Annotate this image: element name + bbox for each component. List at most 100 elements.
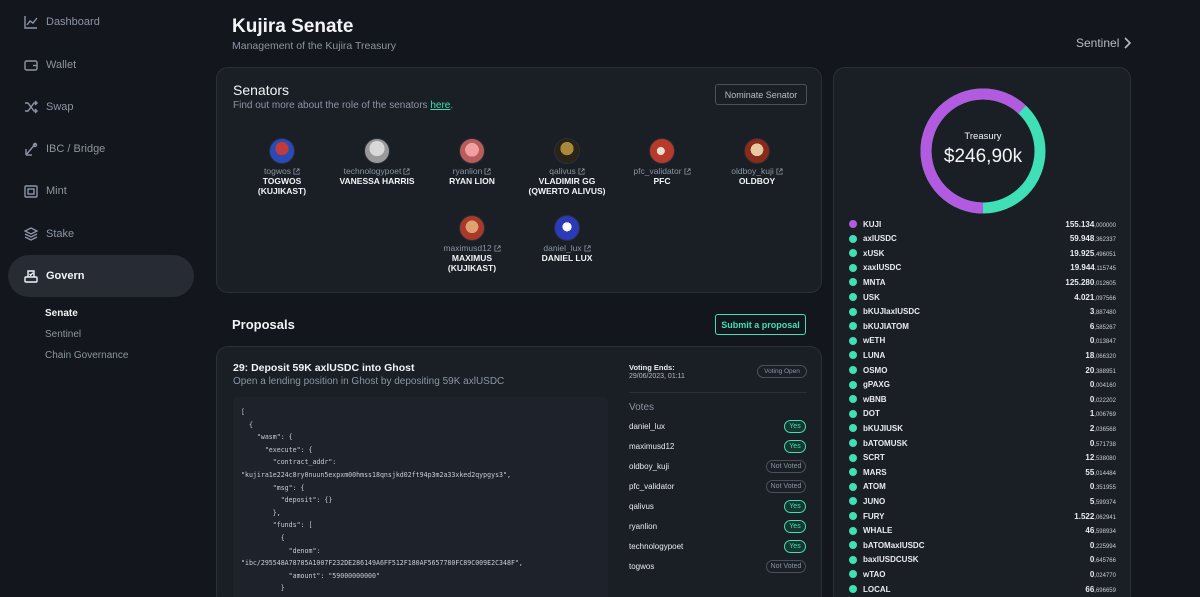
senator-name: OLDBOY xyxy=(738,176,776,186)
asset-amount-integer: 125.280 xyxy=(1065,277,1095,287)
nominate-senator-button[interactable]: Nominate Senator xyxy=(715,84,807,105)
asset-color-dot xyxy=(849,307,857,316)
asset-amount-decimal: ,062941 xyxy=(1094,514,1116,521)
asset-name: axlUSDC xyxy=(863,234,897,244)
senator-handle: ryanlion xyxy=(452,166,483,176)
voter-name: ryanlion xyxy=(629,522,658,531)
treasury-asset-row: bKUJIUSK 2,036568 xyxy=(849,422,1116,434)
asset-amount: 19.944,115745 xyxy=(1070,263,1116,272)
asset-color-dot xyxy=(849,380,857,389)
external-link-icon xyxy=(584,244,591,252)
asset-name: ATOM xyxy=(863,482,886,492)
sentinel-link-label: Sentinel xyxy=(1076,36,1120,50)
chart-line-icon xyxy=(24,15,38,29)
senator-handle-link[interactable]: technologypoet xyxy=(329,166,425,176)
asset-amount-integer: 20 xyxy=(1085,365,1095,375)
asset-color-dot xyxy=(849,409,857,418)
sidebar-subitem-sentinel[interactable]: Sentinel xyxy=(45,329,81,340)
sidebar-item-label: Swap xyxy=(46,101,74,113)
asset-amount: 125.280,012605 xyxy=(1065,278,1116,287)
asset-amount-decimal: ,585267 xyxy=(1094,324,1116,331)
sidebar-item-ibc-bridge[interactable]: IBC / Bridge xyxy=(8,128,194,170)
asset-color-dot xyxy=(849,351,857,360)
treasury-asset-row: wETH 0,013847 xyxy=(849,335,1116,347)
asset-color-dot xyxy=(849,482,857,491)
asset-amount-decimal: ,004160 xyxy=(1094,383,1116,390)
asset-name: xaxlUSDC xyxy=(863,263,902,273)
senator-handle-link[interactable]: daniel_lux xyxy=(519,243,615,253)
asset-amount-decimal: ,024770 xyxy=(1094,572,1116,579)
external-link-icon xyxy=(293,167,300,175)
sidebar-subitem-chain-governance[interactable]: Chain Governance xyxy=(45,350,128,361)
asset-amount: 0,022202 xyxy=(1090,395,1116,404)
submit-proposal-button[interactable]: Submit a proposal xyxy=(715,314,806,335)
sentinel-link[interactable]: Sentinel xyxy=(1076,36,1132,50)
senator-name-alias: (KUJIKAST) xyxy=(257,186,307,196)
treasury-asset-row: MNTA 125.280,012605 xyxy=(849,276,1116,288)
asset-amount-decimal: ,388951 xyxy=(1094,368,1116,375)
asset-amount-decimal: ,036568 xyxy=(1094,426,1116,433)
asset-name: LUNA xyxy=(863,350,886,360)
avatar xyxy=(459,215,485,241)
treasury-asset-row: gPAXG 0,004160 xyxy=(849,379,1116,391)
avatar xyxy=(744,138,770,164)
senator-name-alias: (KUJIKAST) xyxy=(447,263,497,273)
sidebar-subitem-senate[interactable]: Senate xyxy=(45,308,78,319)
external-link-icon xyxy=(684,167,691,175)
senator-card: pfc_validator PFC xyxy=(614,138,710,186)
external-link-icon xyxy=(578,167,585,175)
senator-handle-link[interactable]: oldboy_kuji xyxy=(709,166,805,176)
asset-color-dot xyxy=(849,585,857,593)
asset-name: MARS xyxy=(863,467,887,477)
senator-handle: daniel_lux xyxy=(543,243,582,253)
asset-amount-decimal: ,538080 xyxy=(1094,456,1116,463)
vote-badge: Yes xyxy=(784,420,806,433)
sidebar-item-mint[interactable]: Mint xyxy=(8,170,194,212)
asset-amount: 0,351955 xyxy=(1090,482,1116,491)
vote-badge: Not Voted xyxy=(766,560,806,573)
sidebar-item-swap[interactable]: Swap xyxy=(8,86,194,128)
treasury-panel: Treasury $246,90k KUJI 155.134,000000 axlU… xyxy=(833,67,1131,597)
senator-handle-link[interactable]: maximusd12 xyxy=(424,243,520,253)
chevron-right-icon xyxy=(1124,37,1132,49)
asset-amount-decimal: ,225994 xyxy=(1094,543,1116,550)
asset-color-dot xyxy=(849,570,857,579)
sidebar-item-wallet[interactable]: Wallet xyxy=(8,44,194,86)
proposal-card[interactable]: 29: Deposit 59K axlUSDC into Ghost Open … xyxy=(216,346,822,597)
senators-subtitle: Find out more about the role of the sena… xyxy=(233,100,453,111)
asset-amount-decimal: ,571738 xyxy=(1094,441,1116,448)
senator-name-alias: (QWERTO ALIVUS) xyxy=(528,186,606,196)
asset-name: wETH xyxy=(863,336,886,346)
avatar xyxy=(554,215,580,241)
senator-handle-link[interactable]: pfc_validator xyxy=(614,166,710,176)
asset-amount: 46,598934 xyxy=(1085,526,1116,535)
vote-badge: Not Voted xyxy=(766,460,806,473)
senator-handle-link[interactable]: qalivus xyxy=(519,166,615,176)
asset-amount-integer: 4.021 xyxy=(1074,292,1095,302)
asset-amount: 0,004160 xyxy=(1090,380,1116,389)
asset-color-dot xyxy=(849,263,857,272)
asset-amount-decimal: ,696659 xyxy=(1094,587,1116,594)
sidebar-item-govern[interactable]: Govern xyxy=(8,255,194,297)
treasury-label: Treasury xyxy=(964,131,1002,142)
treasury-asset-row: xaxlUSDC 19.944,115745 xyxy=(849,262,1116,274)
senator-handle-link[interactable]: togwos xyxy=(234,166,330,176)
asset-amount: 0,225994 xyxy=(1090,541,1116,550)
divider xyxy=(629,392,807,393)
asset-amount: 19.925,496051 xyxy=(1070,249,1116,258)
senator-name: PFC xyxy=(653,176,671,186)
sidebar-item-label: Govern xyxy=(46,270,85,282)
sidebar-item-stake[interactable]: Stake xyxy=(8,213,194,255)
sidebar-item-dashboard[interactable]: Dashboard xyxy=(8,1,194,43)
asset-amount-integer: 66 xyxy=(1085,584,1095,594)
asset-amount-decimal: ,645766 xyxy=(1094,558,1116,565)
external-link-icon xyxy=(494,244,501,252)
senator-handle: pfc_validator xyxy=(633,166,682,176)
senator-handle-link[interactable]: ryanlion xyxy=(424,166,520,176)
treasury-asset-row: LOCAL 66,696659 xyxy=(849,583,1116,595)
treasury-asset-row: KUJI 155.134,000000 xyxy=(849,218,1116,230)
treasury-asset-row: bATOMaxlUSDC 0,225994 xyxy=(849,539,1116,551)
voting-ends-label: Voting Ends: xyxy=(629,363,675,372)
asset-color-dot xyxy=(849,234,857,243)
senators-info-link[interactable]: here xyxy=(430,100,450,111)
